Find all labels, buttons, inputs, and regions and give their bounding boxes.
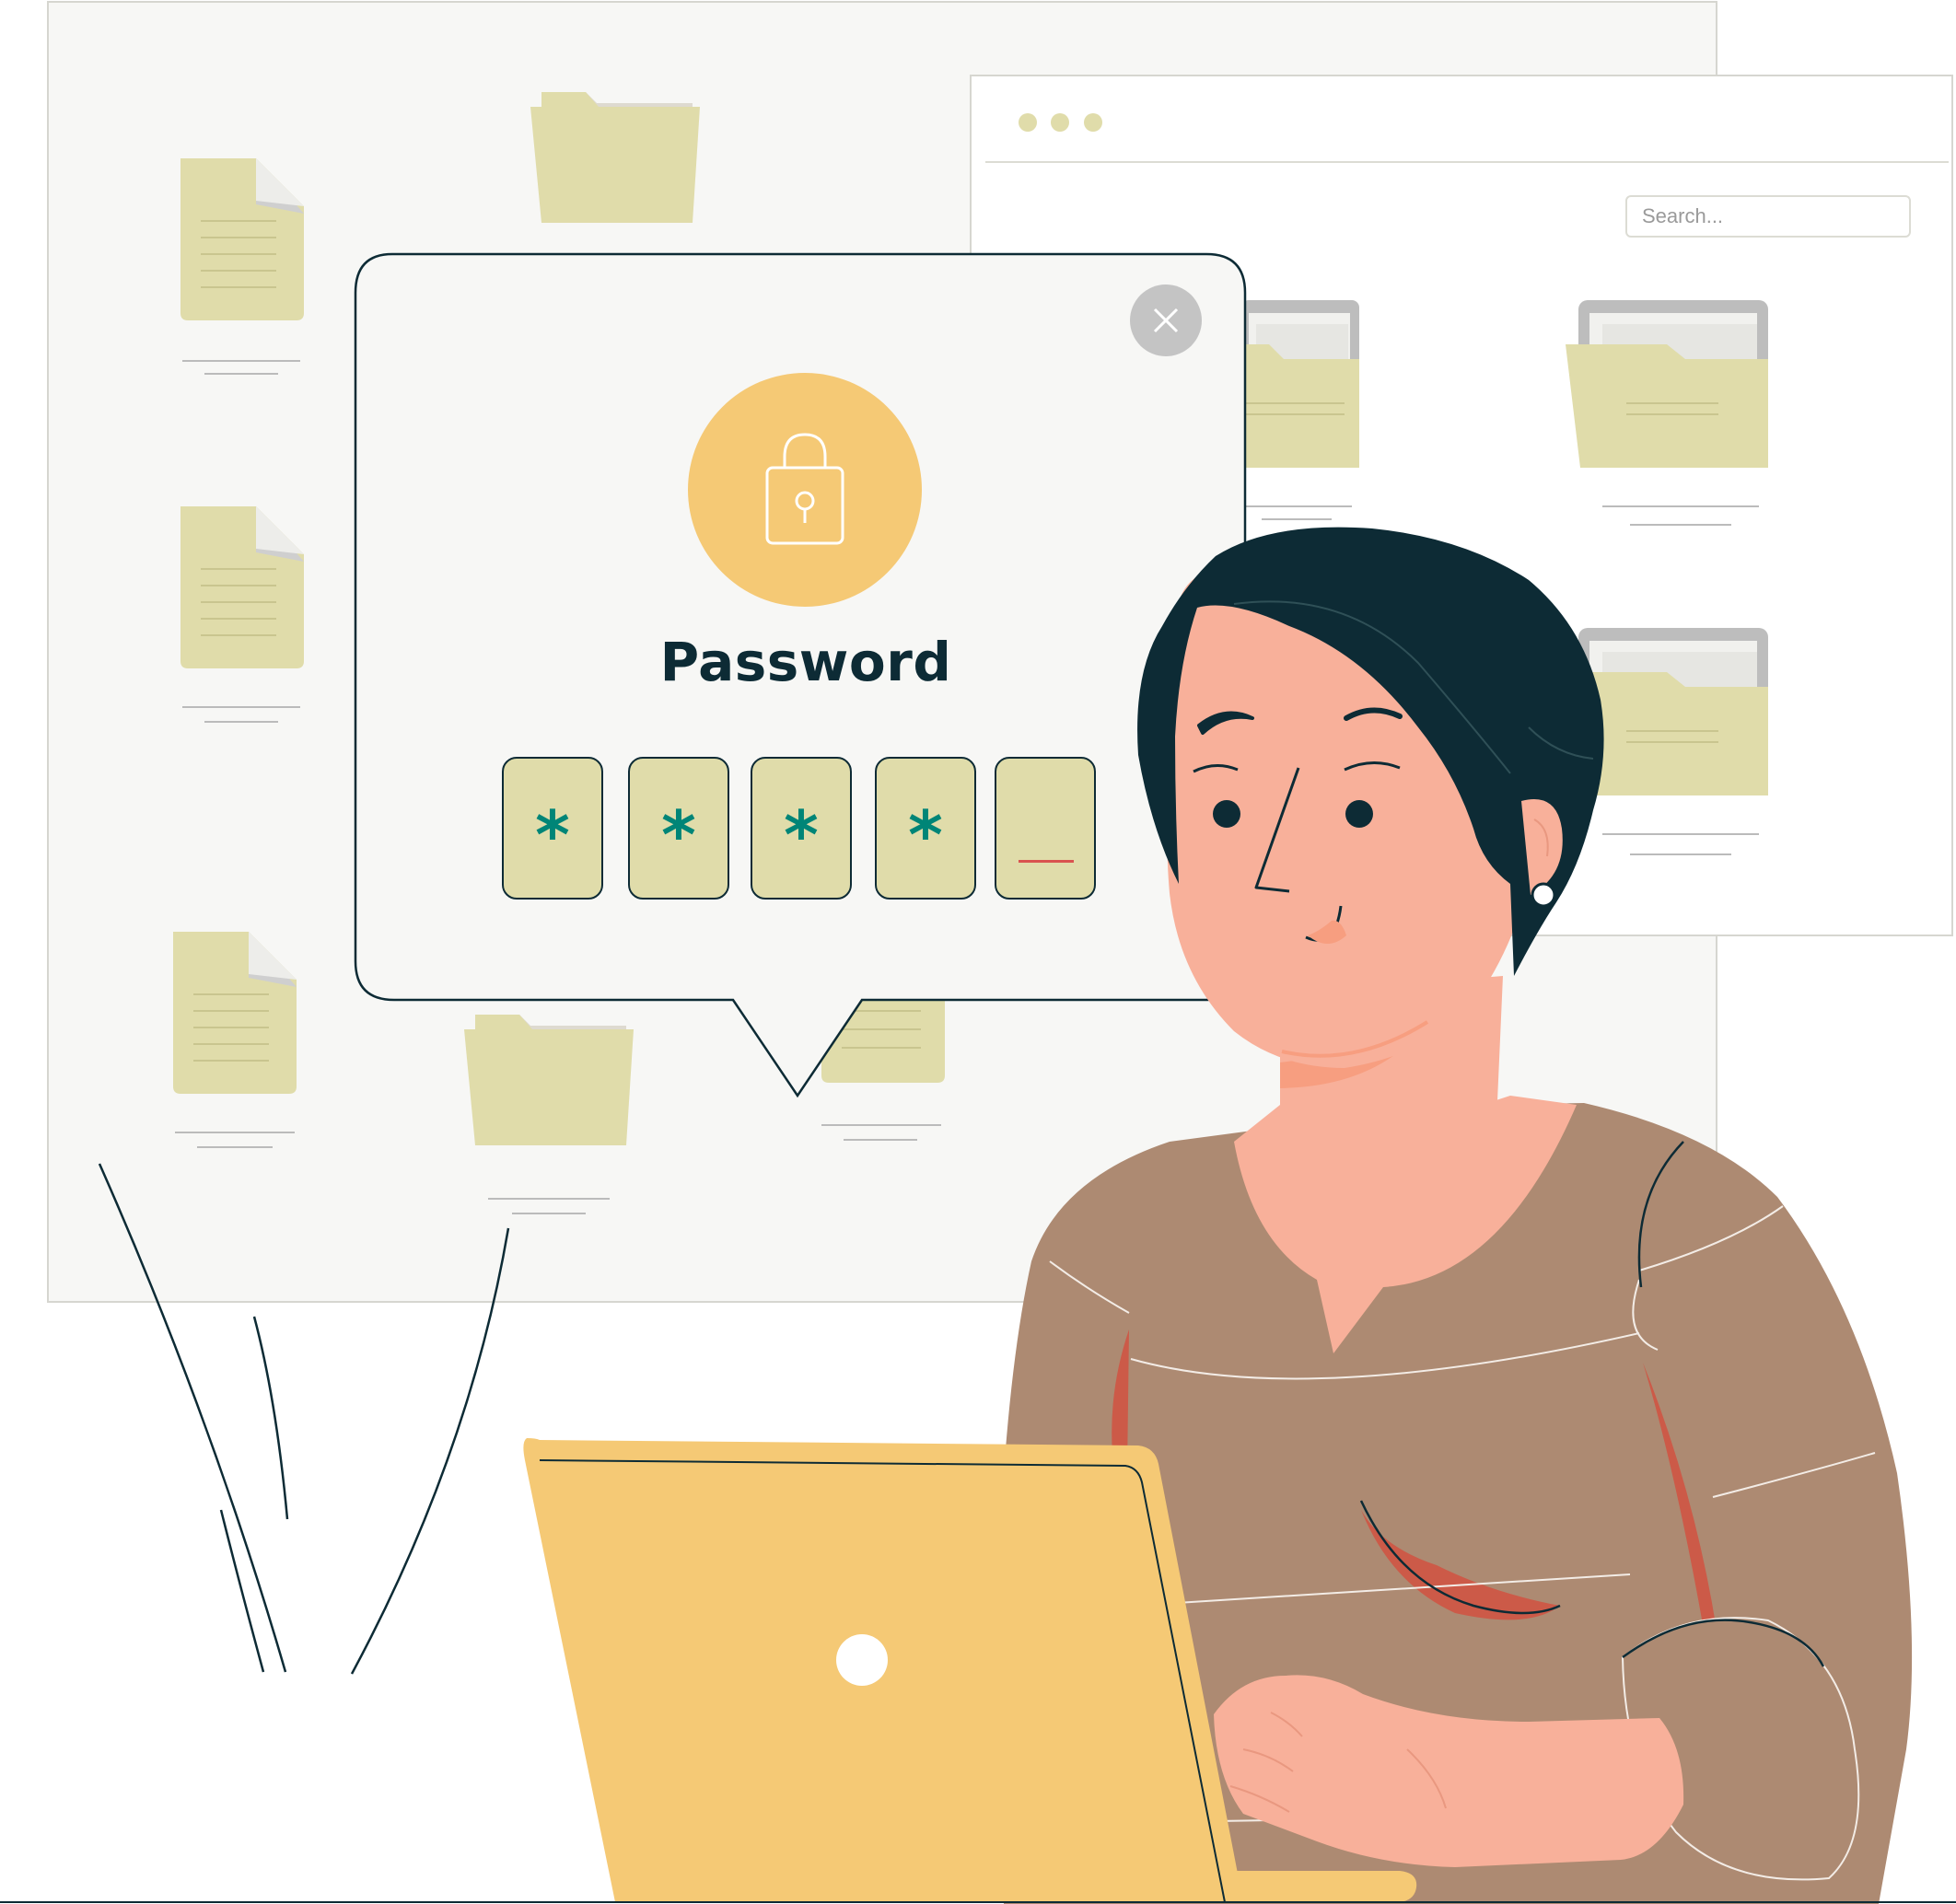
laptop-logo bbox=[836, 1634, 888, 1686]
eye bbox=[1213, 800, 1240, 828]
lock-badge bbox=[688, 373, 922, 607]
close-button[interactable] bbox=[1130, 284, 1202, 356]
earring bbox=[1531, 882, 1556, 908]
pin-box-1[interactable]: * bbox=[502, 757, 603, 900]
password-title: Password bbox=[659, 631, 952, 693]
pin-box-4[interactable]: * bbox=[875, 757, 976, 900]
pin-box-3[interactable]: * bbox=[751, 757, 852, 900]
pin-char: * bbox=[535, 795, 570, 874]
window-dot bbox=[1051, 113, 1069, 132]
pin-box-2[interactable]: * bbox=[628, 757, 729, 900]
close-icon bbox=[1153, 308, 1179, 333]
search-input[interactable] bbox=[1625, 195, 1911, 238]
pin-char: * bbox=[784, 795, 819, 874]
pin-char: * bbox=[908, 795, 943, 874]
pin-char: * bbox=[661, 795, 696, 874]
illustration: Password * * * * bbox=[0, 0, 1956, 1904]
window-dot bbox=[1019, 113, 1037, 132]
folder-icon bbox=[530, 92, 700, 223]
eye bbox=[1345, 800, 1373, 828]
pin-box-5[interactable] bbox=[995, 757, 1096, 900]
window-dot bbox=[1084, 113, 1102, 132]
text-cursor bbox=[1019, 860, 1074, 863]
